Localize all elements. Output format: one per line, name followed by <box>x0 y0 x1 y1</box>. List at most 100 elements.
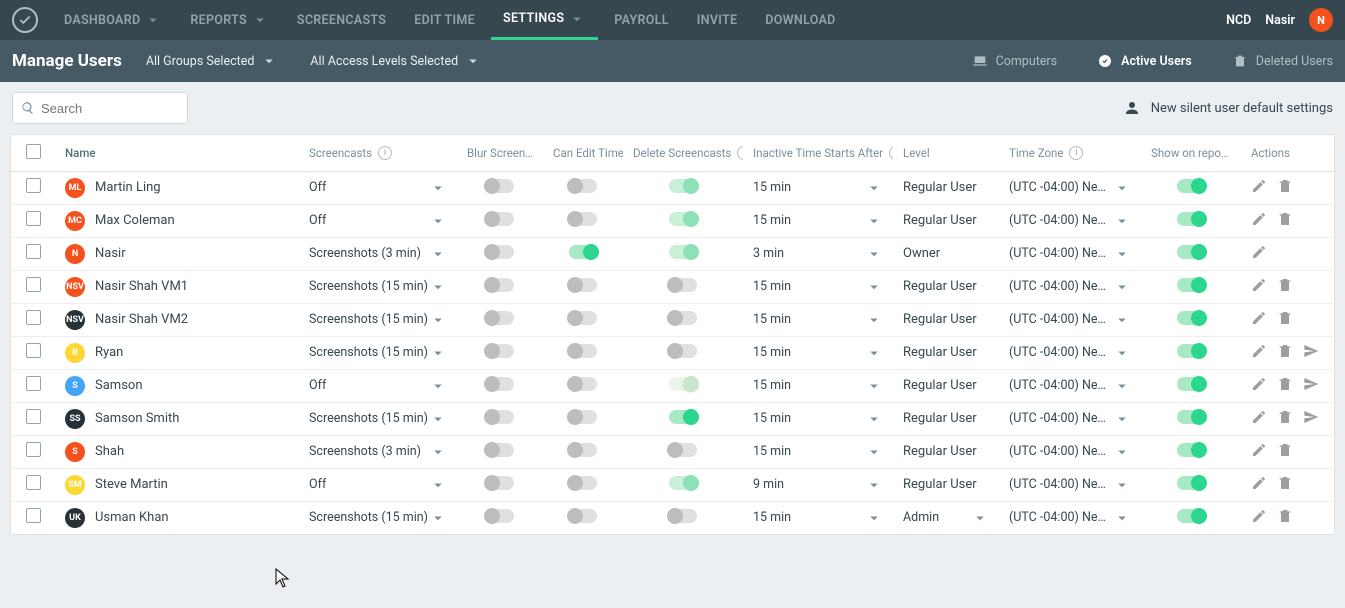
tab-computers[interactable]: Computers <box>972 53 1058 69</box>
toggle-switch[interactable] <box>569 476 597 490</box>
nav-settings[interactable]: SETTINGS <box>491 0 598 40</box>
nav-reports[interactable]: REPORTS <box>178 0 281 40</box>
toggle-switch[interactable] <box>486 509 514 523</box>
toggle-switch[interactable] <box>1177 311 1205 325</box>
toggle-switch[interactable] <box>1177 509 1205 523</box>
inactive-select[interactable]: 15 min <box>753 212 883 230</box>
screencasts-select[interactable]: Screenshots (15 min) <box>309 278 447 296</box>
row-checkbox[interactable] <box>26 343 41 358</box>
inactive-select[interactable]: 15 min <box>753 377 883 395</box>
inactive-select[interactable]: 15 min <box>753 410 883 428</box>
toggle-switch[interactable] <box>669 476 697 490</box>
toggle-switch[interactable] <box>486 377 514 391</box>
inactive-select[interactable]: 15 min <box>753 509 883 527</box>
toggle-switch[interactable] <box>486 344 514 358</box>
inactive-select[interactable]: 15 min <box>753 344 883 362</box>
action-delete[interactable] <box>1277 178 1293 198</box>
tab-active-users[interactable]: Active Users <box>1097 53 1192 69</box>
timezone-select[interactable]: (UTC -04:00) New Y... <box>1009 443 1131 461</box>
toggle-switch[interactable] <box>569 509 597 523</box>
toggle-switch[interactable] <box>569 179 597 193</box>
toggle-switch[interactable] <box>486 476 514 490</box>
info-icon[interactable]: i <box>378 146 392 160</box>
action-delete[interactable] <box>1277 409 1293 429</box>
action-send[interactable] <box>1303 376 1319 396</box>
user-name[interactable]: Usman Khan <box>95 510 169 525</box>
select-all-checkbox[interactable] <box>26 144 41 159</box>
user-name[interactable]: Steve Martin <box>95 477 168 492</box>
action-delete[interactable] <box>1277 376 1293 396</box>
action-delete[interactable] <box>1277 343 1293 363</box>
toggle-switch[interactable] <box>569 344 597 358</box>
info-icon[interactable]: i <box>737 146 743 160</box>
action-edit[interactable] <box>1251 277 1267 297</box>
toggle-switch[interactable] <box>486 245 514 259</box>
toggle-switch[interactable] <box>669 344 697 358</box>
nav-invite[interactable]: INVITE <box>685 0 750 40</box>
user-name[interactable]: Samson <box>95 378 143 393</box>
toggle-switch[interactable] <box>1177 278 1205 292</box>
action-send[interactable] <box>1303 409 1319 429</box>
action-edit[interactable] <box>1251 211 1267 231</box>
inactive-select[interactable]: 9 min <box>753 476 883 494</box>
toggle-switch[interactable] <box>486 179 514 193</box>
toggle-switch[interactable] <box>1177 344 1205 358</box>
toggle-switch[interactable] <box>1177 476 1205 490</box>
screencasts-select[interactable]: Screenshots (15 min) <box>309 311 447 329</box>
row-checkbox[interactable] <box>26 310 41 325</box>
toggle-switch[interactable] <box>669 278 697 292</box>
action-send[interactable] <box>1303 343 1319 363</box>
search-input[interactable] <box>41 101 179 116</box>
toggle-switch[interactable] <box>486 311 514 325</box>
action-delete[interactable] <box>1277 508 1293 528</box>
inactive-select[interactable]: 15 min <box>753 179 883 197</box>
toggle-switch[interactable] <box>569 443 597 457</box>
user-name[interactable]: Samson Smith <box>95 411 179 426</box>
nav-payroll[interactable]: PAYROLL <box>602 0 681 40</box>
screencasts-select[interactable]: Screenshots (15 min) <box>309 344 447 362</box>
timezone-select[interactable]: (UTC -04:00) New Y... <box>1009 212 1131 230</box>
screencasts-select[interactable]: Screenshots (3 min) <box>309 443 447 461</box>
nav-edit-time[interactable]: EDIT TIME <box>402 0 487 40</box>
timezone-select[interactable]: (UTC -04:00) New Y... <box>1009 344 1131 362</box>
user-name[interactable]: Nasir Shah VM2 <box>95 312 188 327</box>
inactive-select[interactable]: 3 min <box>753 245 883 263</box>
row-checkbox[interactable] <box>26 244 41 259</box>
toggle-switch[interactable] <box>669 179 697 193</box>
toggle-switch[interactable] <box>486 410 514 424</box>
screencasts-select[interactable]: Off <box>309 179 447 197</box>
user-name[interactable]: Nasir Shah VM1 <box>95 279 188 294</box>
org-label[interactable]: NCD <box>1226 13 1251 28</box>
screencasts-select[interactable]: Off <box>309 476 447 494</box>
toggle-switch[interactable] <box>486 212 514 226</box>
screencasts-select[interactable]: Screenshots (3 min) <box>309 245 447 263</box>
level-select[interactable]: Admin <box>903 509 989 527</box>
screencasts-select[interactable]: Off <box>309 212 447 230</box>
toggle-switch[interactable] <box>669 443 697 457</box>
timezone-select[interactable]: (UTC -04:00) New Y... <box>1009 377 1131 395</box>
toggle-switch[interactable] <box>669 245 697 259</box>
user-name[interactable]: Max Coleman <box>95 213 175 228</box>
inactive-select[interactable]: 15 min <box>753 278 883 296</box>
action-edit[interactable] <box>1251 442 1267 462</box>
screencasts-select[interactable]: Screenshots (15 min) <box>309 509 447 527</box>
user-name[interactable]: Shah <box>95 444 124 459</box>
toggle-switch[interactable] <box>669 377 697 391</box>
action-delete[interactable] <box>1277 277 1293 297</box>
inactive-select[interactable]: 15 min <box>753 311 883 329</box>
action-delete[interactable] <box>1277 211 1293 231</box>
tab-deleted-users[interactable]: Deleted Users <box>1232 53 1333 69</box>
user-name[interactable]: Ryan <box>95 345 123 360</box>
action-edit[interactable] <box>1251 508 1267 528</box>
timezone-select[interactable]: (UTC -04:00) New Y... <box>1009 476 1131 494</box>
row-checkbox[interactable] <box>26 277 41 292</box>
toggle-switch[interactable] <box>1177 245 1205 259</box>
timezone-select[interactable]: (UTC -04:00) New Y... <box>1009 509 1131 527</box>
toggle-switch[interactable] <box>1177 377 1205 391</box>
toggle-switch[interactable] <box>669 212 697 226</box>
row-checkbox[interactable] <box>26 178 41 193</box>
toggle-switch[interactable] <box>569 410 597 424</box>
filter-access[interactable]: All Access Levels Selected <box>310 52 482 70</box>
action-edit[interactable] <box>1251 409 1267 429</box>
row-checkbox[interactable] <box>26 409 41 424</box>
